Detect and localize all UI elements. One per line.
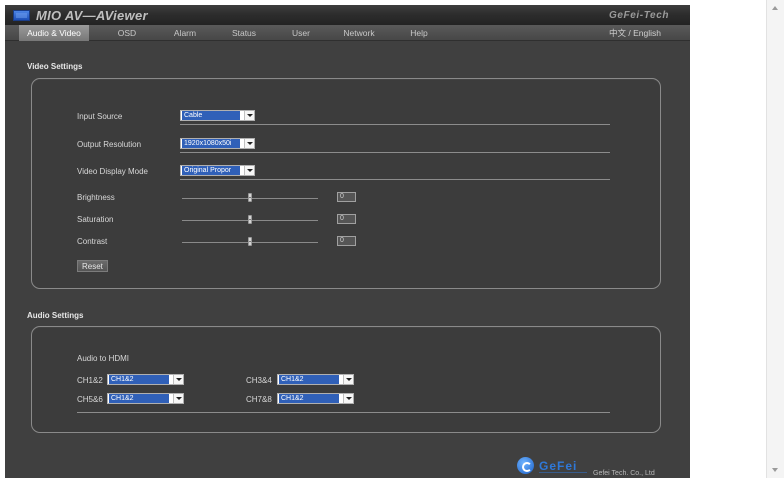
tab-alarm[interactable]: Alarm bbox=[167, 25, 203, 41]
output-resolution-label: Output Resolution bbox=[77, 140, 142, 149]
scroll-up-arrow-icon[interactable] bbox=[772, 6, 778, 10]
brightness-label: Brightness bbox=[77, 193, 115, 202]
display-mode-label: Video Display Mode bbox=[77, 167, 149, 176]
brightness-slider-thumb[interactable] bbox=[248, 193, 252, 202]
ch78-select[interactable]: CH1&2 bbox=[277, 393, 354, 404]
footer-company: Gefei Tech. Co., Ltd bbox=[593, 470, 655, 477]
reset-button[interactable]: Reset bbox=[77, 260, 108, 272]
divider bbox=[180, 179, 610, 180]
saturation-label: Saturation bbox=[77, 215, 114, 224]
video-settings-panel: Input Source Cable Output Resolution 192… bbox=[31, 78, 661, 289]
app-title: MIO AV—AViewer bbox=[36, 8, 148, 23]
ch12-value: CH1&2 bbox=[109, 375, 169, 384]
ch12-select[interactable]: CH1&2 bbox=[107, 374, 184, 385]
monitor-logo-icon bbox=[13, 10, 30, 21]
saturation-slider-thumb[interactable] bbox=[248, 215, 252, 224]
chevron-down-icon bbox=[244, 139, 254, 148]
ch56-select[interactable]: CH1&2 bbox=[107, 393, 184, 404]
ch34-select[interactable]: CH1&2 bbox=[277, 374, 354, 385]
chevron-down-icon bbox=[173, 394, 183, 403]
chevron-down-icon bbox=[343, 394, 353, 403]
video-settings-title: Video Settings bbox=[27, 62, 83, 71]
ch56-label: CH5&6 bbox=[77, 395, 103, 404]
display-mode-select[interactable]: Original Propor bbox=[180, 165, 255, 176]
divider bbox=[77, 412, 610, 413]
tab-network[interactable]: Network bbox=[337, 25, 381, 41]
divider bbox=[180, 124, 610, 125]
display-mode-value: Original Propor bbox=[182, 166, 240, 175]
brightness-value[interactable]: 0 bbox=[337, 192, 356, 202]
language-switch[interactable]: 中文 / English bbox=[609, 25, 661, 41]
output-resolution-value: 1920x1080x50i bbox=[182, 139, 240, 148]
audio-to-hdmi-label: Audio to HDMI bbox=[77, 354, 130, 363]
title-bar: MIO AV—AViewer GeFei-Tech bbox=[5, 5, 690, 25]
chevron-down-icon bbox=[244, 111, 254, 120]
audio-settings-title: Audio Settings bbox=[27, 311, 84, 320]
ch34-value: CH1&2 bbox=[279, 375, 339, 384]
tab-audio-video[interactable]: Audio & Video bbox=[19, 25, 89, 41]
output-resolution-select[interactable]: 1920x1080x50i bbox=[180, 138, 255, 149]
contrast-value[interactable]: 0 bbox=[337, 236, 356, 246]
ch56-value: CH1&2 bbox=[109, 394, 169, 403]
input-source-label: Input Source bbox=[77, 112, 123, 121]
footer-brand: GeFei bbox=[539, 459, 578, 473]
chevron-down-icon bbox=[244, 166, 254, 175]
tab-status[interactable]: Status bbox=[226, 25, 262, 41]
ch78-value: CH1&2 bbox=[279, 394, 339, 403]
tab-osd[interactable]: OSD bbox=[109, 25, 145, 41]
scroll-down-arrow-icon[interactable] bbox=[772, 468, 778, 472]
main-menu-bar: Audio & Video OSD Alarm Status User Netw… bbox=[5, 25, 690, 41]
contrast-label: Contrast bbox=[77, 237, 108, 246]
footer-brand-underline bbox=[539, 472, 587, 473]
ch12-label: CH1&2 bbox=[77, 376, 103, 385]
chevron-down-icon bbox=[343, 375, 353, 384]
audio-settings-panel: Audio to HDMI CH1&2 CH1&2 CH3&4 CH1&2 CH… bbox=[31, 326, 661, 433]
app-window: MIO AV—AViewer GeFei-Tech Audio & Video … bbox=[5, 5, 690, 478]
tab-help[interactable]: Help bbox=[401, 25, 437, 41]
page-scrollbar[interactable] bbox=[766, 0, 784, 478]
ch34-label: CH3&4 bbox=[246, 376, 272, 385]
chevron-down-icon bbox=[173, 375, 183, 384]
saturation-value[interactable]: 0 bbox=[337, 214, 356, 224]
divider bbox=[180, 152, 610, 153]
contrast-slider-thumb[interactable] bbox=[248, 237, 252, 246]
input-source-select[interactable]: Cable bbox=[180, 110, 255, 121]
input-source-value: Cable bbox=[182, 111, 240, 120]
gefei-logo-icon bbox=[517, 457, 534, 474]
tab-user[interactable]: User bbox=[283, 25, 319, 41]
ch78-label: CH7&8 bbox=[246, 395, 272, 404]
brand-logo-text: GeFei-Tech bbox=[609, 10, 670, 21]
